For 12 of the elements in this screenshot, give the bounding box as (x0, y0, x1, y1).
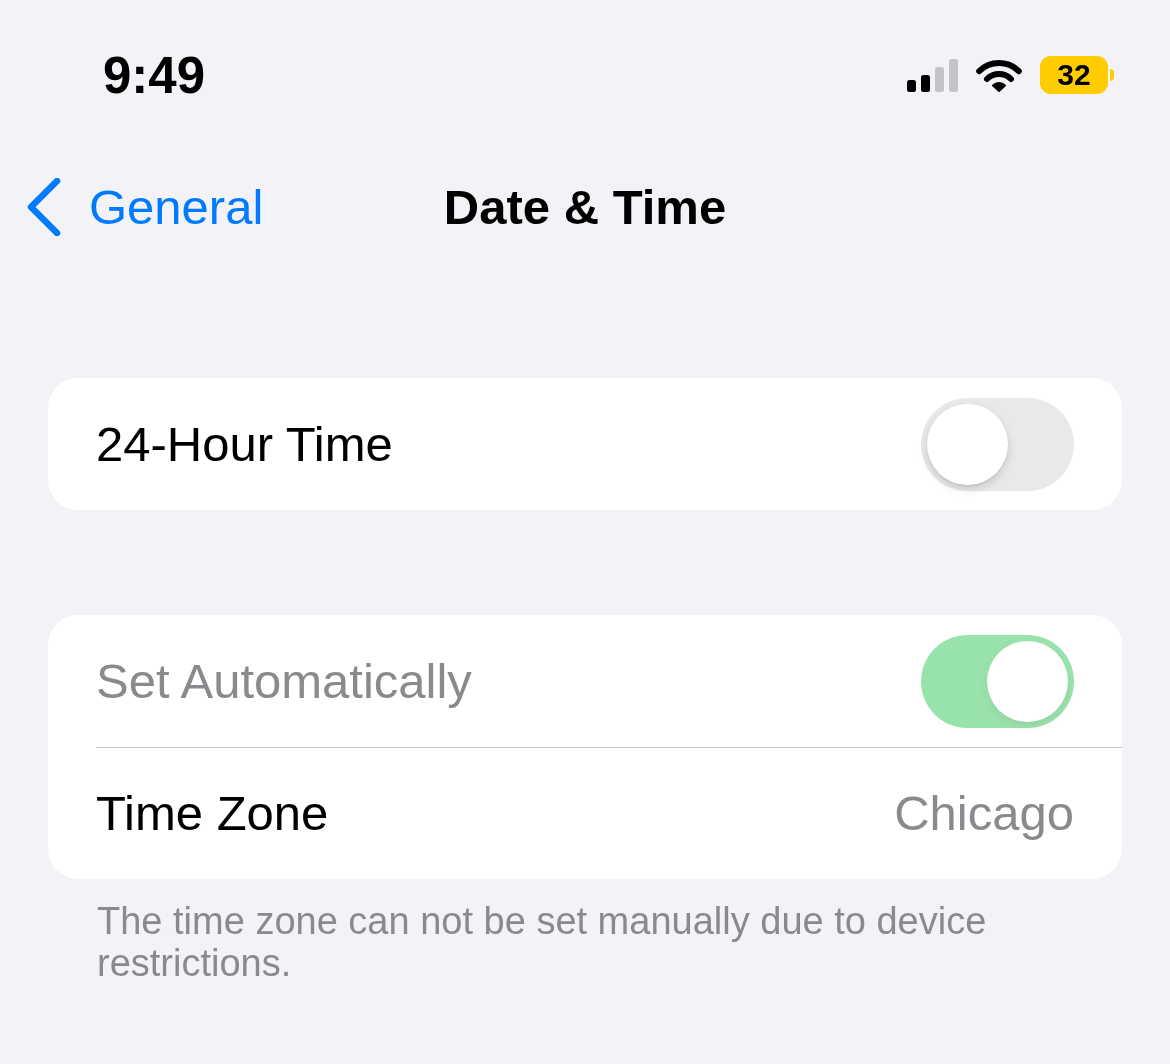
wifi-icon (975, 57, 1023, 93)
setting-value: Chicago (894, 785, 1074, 843)
page-title: Date & Time (443, 178, 727, 236)
setting-label: Set Automatically (96, 652, 472, 710)
battery-indicator: 32 (1040, 56, 1114, 94)
footer-note: The time zone can not be set manually due to device restrictions. (97, 900, 988, 984)
setting-label: 24-Hour Time (96, 415, 393, 473)
chevron-left-icon (26, 178, 62, 236)
back-button[interactable]: General (26, 177, 264, 237)
status-time: 9:49 (103, 49, 206, 101)
cellular-signal-icon (907, 58, 958, 92)
setting-label: Time Zone (96, 785, 329, 843)
